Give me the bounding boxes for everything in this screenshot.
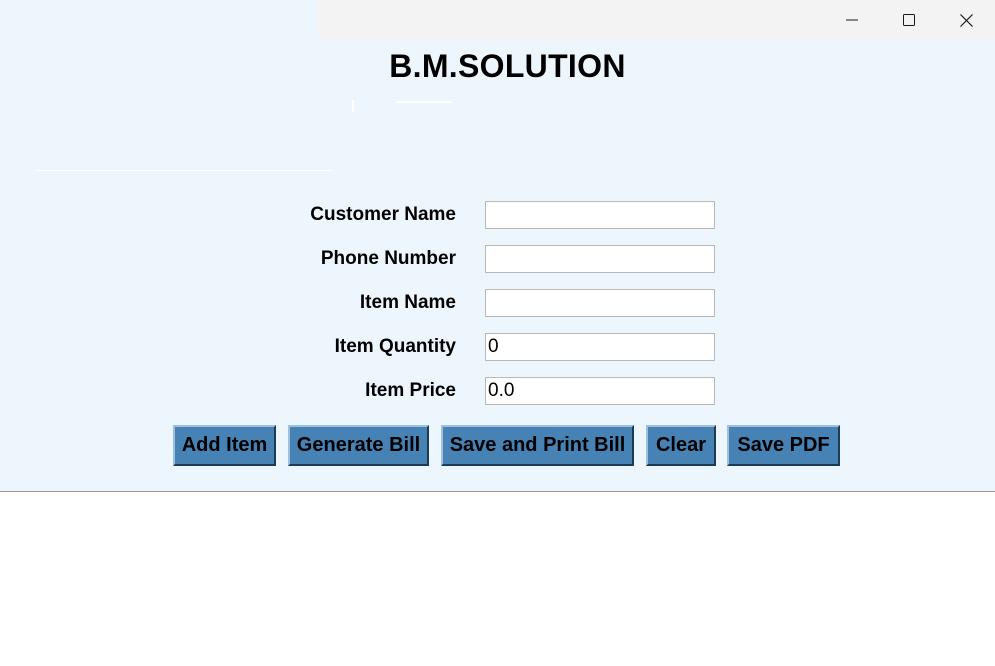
screen: B.M.SOLUTION Customer Name Phone Number … xyxy=(0,0,995,666)
add-item-button[interactable]: Add Item xyxy=(173,425,276,466)
customer-name-input[interactable] xyxy=(485,201,715,229)
customer-name-label: Customer Name xyxy=(310,204,456,225)
maximize-icon xyxy=(903,14,915,26)
generate-bill-button[interactable]: Generate Bill xyxy=(288,425,429,466)
save-pdf-button[interactable]: Save PDF xyxy=(727,425,840,466)
item-price-input[interactable] xyxy=(485,377,715,405)
item-quantity-input[interactable] xyxy=(485,333,715,361)
save-and-print-bill-button[interactable]: Save and Print Bill xyxy=(441,425,634,466)
app-title: B.M.SOLUTION xyxy=(389,48,626,84)
phone-number-label: Phone Number xyxy=(320,248,456,269)
item-price-label: Item Price xyxy=(365,380,456,401)
divider xyxy=(352,100,354,112)
item-quantity-label: Item Quantity xyxy=(334,336,456,357)
close-icon xyxy=(959,13,973,27)
clear-button[interactable]: Clear xyxy=(646,425,716,466)
minimize-icon xyxy=(846,19,858,21)
item-name-input[interactable] xyxy=(485,289,715,317)
divider xyxy=(35,170,333,171)
phone-number-input[interactable] xyxy=(485,245,715,273)
window-titlebar[interactable] xyxy=(318,0,995,40)
item-name-label: Item Name xyxy=(359,292,456,313)
divider xyxy=(396,101,452,103)
maximize-button[interactable] xyxy=(880,0,938,40)
minimize-button[interactable] xyxy=(823,0,881,40)
close-button[interactable] xyxy=(937,0,995,40)
